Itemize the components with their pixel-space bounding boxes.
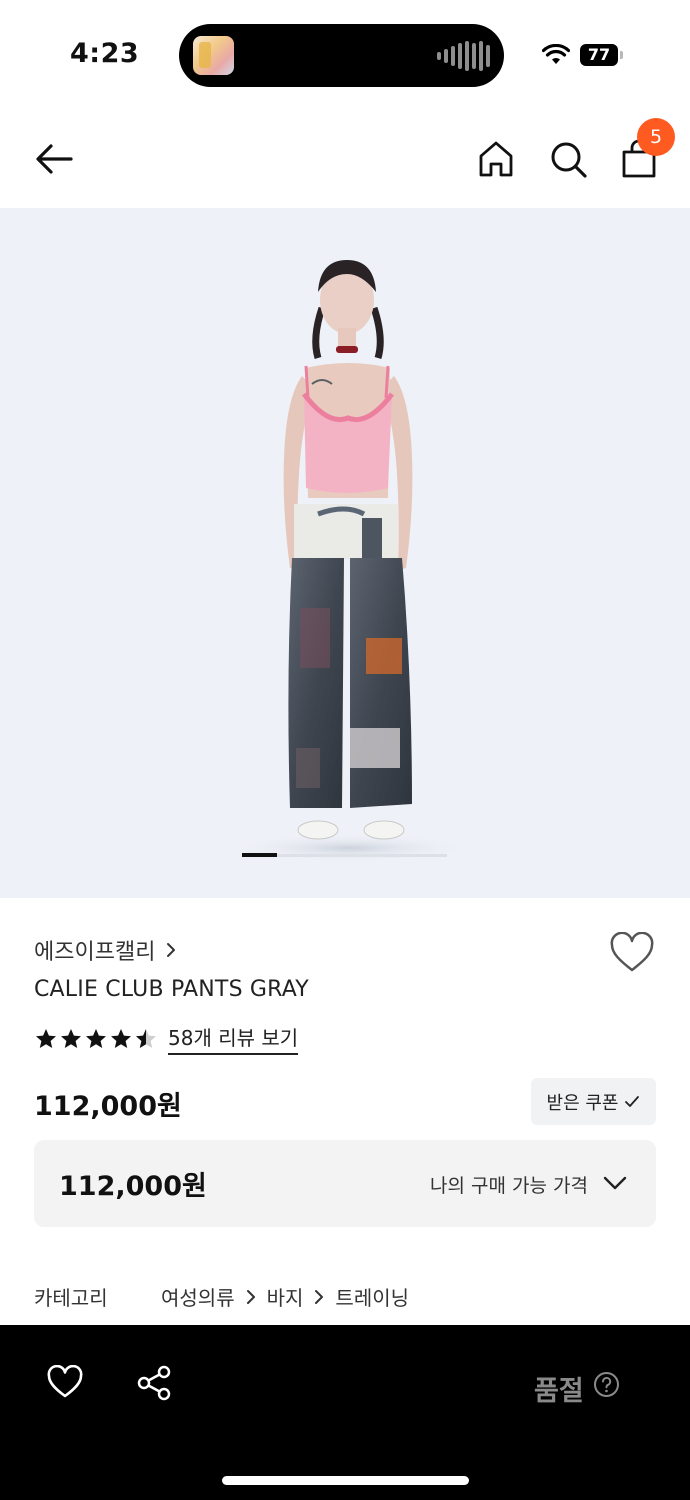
star-full-icon: [111, 1028, 131, 1048]
top-nav: [0, 110, 690, 208]
status-bar: 4:23 77: [0, 0, 690, 110]
coupon-button-label: 받은 쿠폰: [546, 1092, 619, 1114]
product-price: 112,000원: [34, 1091, 182, 1122]
received-coupon-button[interactable]: 받은 쿠폰: [531, 1078, 656, 1125]
chevron-right-icon: [167, 943, 176, 957]
check-icon: [625, 1095, 640, 1107]
my-price-value: 112,000원: [59, 1171, 207, 1202]
product-image[interactable]: [0, 208, 690, 898]
chevron-right-icon: [246, 1289, 255, 1304]
brand-name: 에즈이프캘리: [34, 940, 156, 965]
star-full-icon: [61, 1028, 81, 1048]
star-full-icon: [36, 1028, 56, 1048]
battery-level: 77: [580, 44, 618, 66]
breadcrumb-item[interactable]: 바지: [267, 1282, 304, 1311]
image-slide-progress: [242, 853, 277, 857]
chevron-down-icon: [603, 1176, 627, 1190]
bottom-action-bar: 품절: [0, 1325, 690, 1500]
search-icon[interactable]: [547, 138, 589, 180]
audio-waveform-icon: [437, 40, 490, 72]
model-photo: [230, 260, 470, 862]
help-icon[interactable]: [593, 1371, 620, 1398]
share-icon[interactable]: [135, 1365, 173, 1401]
star-rating: [34, 1027, 158, 1051]
star-half-icon: [136, 1028, 156, 1048]
star-full-icon: [86, 1028, 106, 1048]
sold-out-status: 품절: [534, 1376, 584, 1407]
back-icon[interactable]: [33, 138, 75, 180]
breadcrumb-item[interactable]: 여성의류: [161, 1282, 235, 1311]
heart-icon[interactable]: [46, 1365, 84, 1399]
category-breadcrumb: 카테고리 여성의류 바지 트레이닝: [34, 1282, 409, 1311]
chevron-right-icon: [315, 1289, 324, 1304]
battery-icon: 77: [580, 44, 624, 66]
home-indicator[interactable]: [222, 1476, 469, 1485]
cart-count-badge: 5: [637, 118, 675, 156]
review-link[interactable]: 58개 리뷰 보기: [168, 1022, 299, 1055]
rating-row: 58개 리뷰 보기: [34, 1022, 299, 1055]
my-price-label: 나의 구매 가능 가격: [430, 1175, 588, 1197]
status-time: 4:23: [70, 38, 140, 69]
breadcrumb-item[interactable]: 트레이닝: [335, 1282, 409, 1311]
my-price-dropdown[interactable]: 112,000원 나의 구매 가능 가격: [34, 1140, 656, 1227]
wifi-icon: [542, 44, 570, 64]
brand-link[interactable]: 에즈이프캘리: [34, 934, 177, 966]
image-slide-indicator: [242, 853, 447, 857]
now-playing-thumbnail: [193, 36, 234, 75]
wishlist-heart-icon[interactable]: [609, 932, 655, 974]
product-name: CALIE CLUB PANTS GRAY: [34, 977, 309, 1002]
home-icon[interactable]: [475, 138, 517, 180]
dynamic-island[interactable]: [179, 24, 504, 87]
category-label: 카테고리: [34, 1286, 108, 1310]
